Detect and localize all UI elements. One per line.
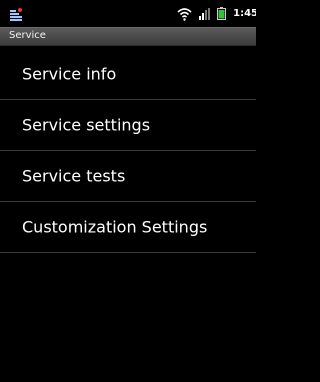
title-bar: Service	[0, 27, 256, 46]
menu-item-label: Customization Settings	[22, 217, 208, 237]
menu-item-label: Service settings	[22, 115, 151, 135]
menu-item-service-settings[interactable]: Service settings	[0, 100, 256, 151]
screen: 1:45 Service Service info Service settin…	[0, 0, 256, 382]
menu-item-label: Service tests	[22, 166, 126, 186]
page-title: Service	[9, 30, 46, 41]
menu-item-service-info[interactable]: Service info	[0, 48, 256, 100]
wifi-icon	[177, 7, 192, 21]
clock: 1:45	[233, 8, 256, 19]
menu-item-service-tests[interactable]: Service tests	[0, 151, 256, 202]
menu-item-customization-settings[interactable]: Customization Settings	[0, 202, 256, 253]
status-bar: 1:45	[0, 0, 256, 27]
status-icons: 1:45	[177, 0, 256, 27]
battery-icon	[217, 7, 227, 20]
notification-area[interactable]	[10, 8, 22, 21]
signal-icon	[199, 7, 211, 20]
menu-item-label: Service info	[22, 64, 117, 83]
menu-list: Service info Service settings Service te…	[0, 48, 256, 253]
notification-icon[interactable]	[10, 8, 22, 21]
